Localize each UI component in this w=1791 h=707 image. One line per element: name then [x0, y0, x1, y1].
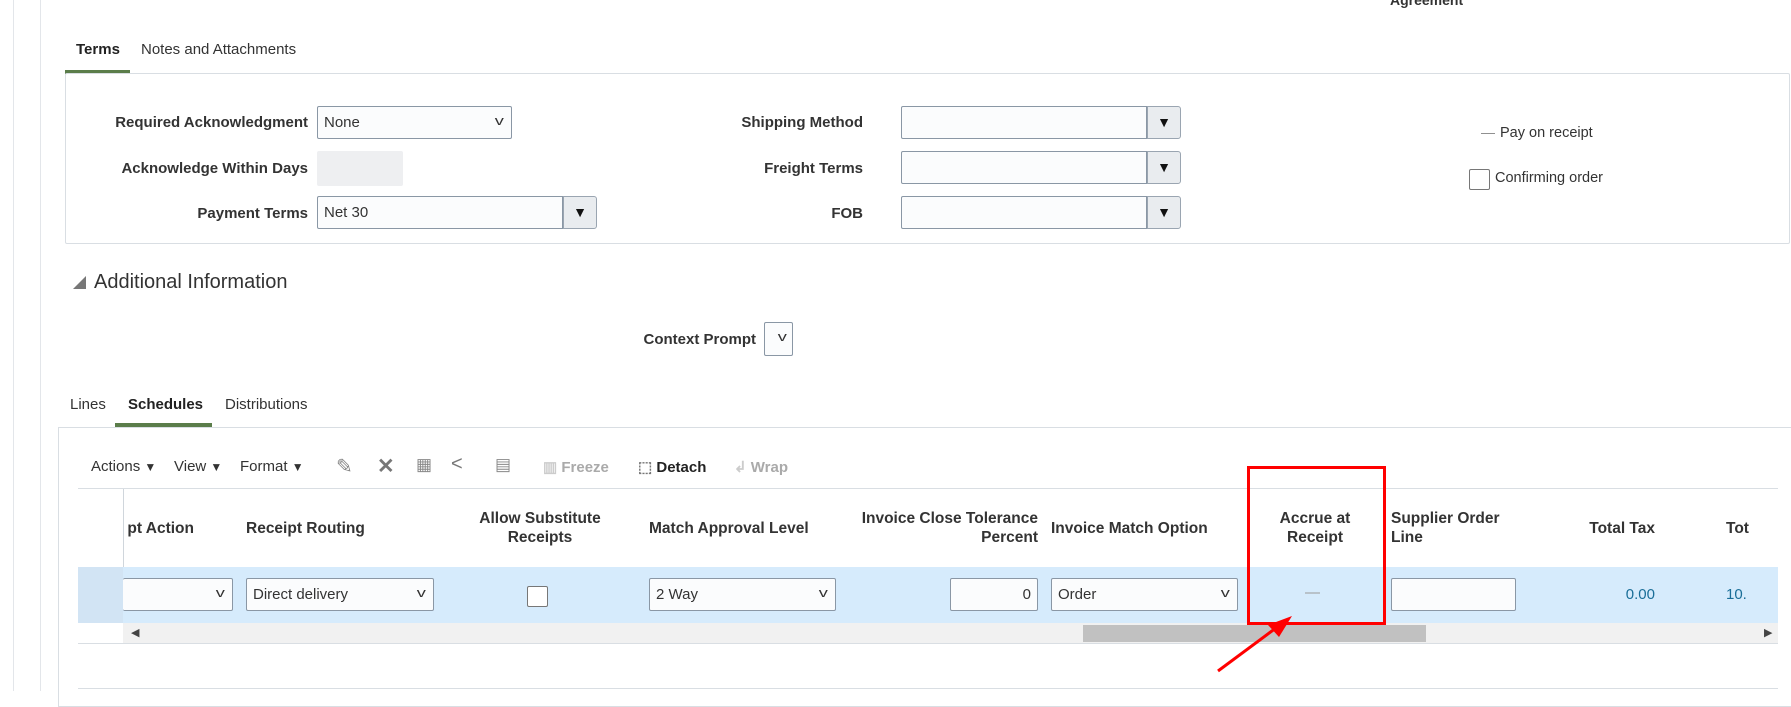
red-arrow-annotation — [1217, 616, 1292, 673]
